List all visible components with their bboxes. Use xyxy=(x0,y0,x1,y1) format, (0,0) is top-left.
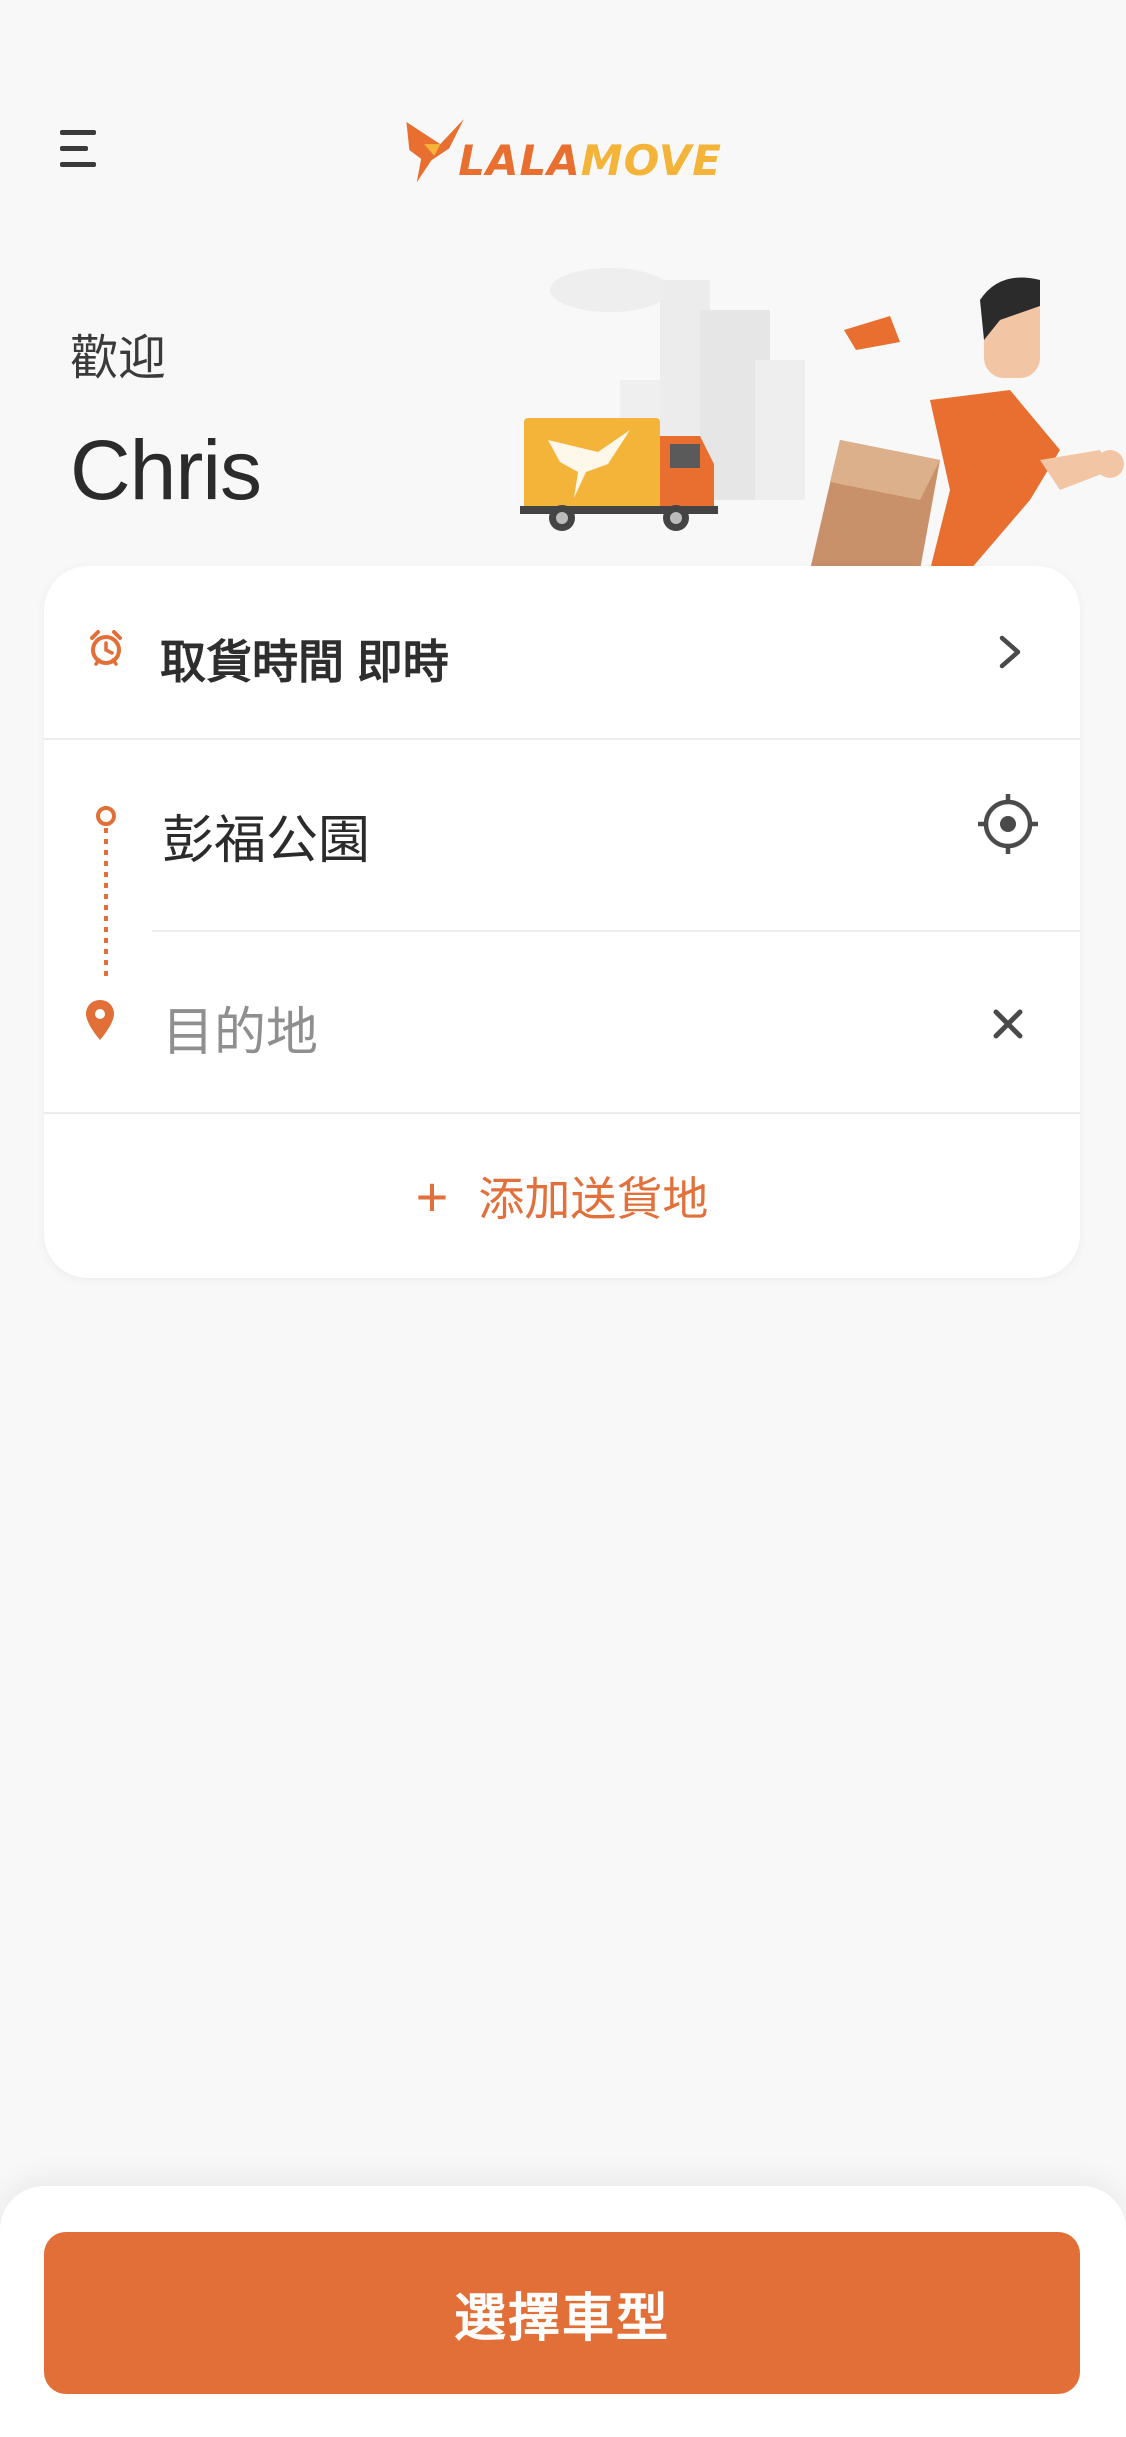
location-pin-icon xyxy=(86,1000,114,1040)
close-icon[interactable] xyxy=(988,1004,1028,1044)
brand-logo: LALAMOVE xyxy=(402,102,722,198)
add-stop-label: 添加送貨地 xyxy=(478,1173,709,1225)
logo-text-primary: LALA xyxy=(458,135,581,185)
delivery-illustration xyxy=(520,268,1124,570)
order-card: 取貨時間 即時 彭福公園 目的地 + 添加送貨地 xyxy=(44,566,1080,1278)
destination-field[interactable]: 目的地 xyxy=(162,990,318,1065)
alarm-clock-icon xyxy=(90,630,122,666)
welcome-greeting: 歡迎 xyxy=(70,332,167,385)
pickup-time-row[interactable]: 取貨時間 即時 xyxy=(44,566,1080,740)
select-vehicle-button[interactable]: 選擇車型 xyxy=(44,2232,1080,2394)
divider xyxy=(152,930,1080,932)
user-name: Chris xyxy=(70,423,262,517)
menu-icon-line-3 xyxy=(60,162,96,167)
chevron-right-icon xyxy=(999,635,1021,669)
logo-text-secondary: MOVE xyxy=(580,135,722,185)
locate-target-icon[interactable] xyxy=(976,792,1040,856)
bottom-sheet: 選擇車型 xyxy=(0,2186,1126,2437)
menu-icon-line-2 xyxy=(60,146,88,151)
plus-icon: + xyxy=(415,1164,449,1228)
add-stop-button[interactable]: + 添加送貨地 xyxy=(44,1114,1080,1278)
menu-button[interactable] xyxy=(56,126,100,170)
pickup-location-field[interactable]: 彭福公園 xyxy=(162,798,370,873)
pickup-time-label: 取貨時間 即時 xyxy=(160,636,449,688)
logo-text: LALAMOVE xyxy=(458,136,722,185)
menu-icon-line-1 xyxy=(60,130,96,135)
